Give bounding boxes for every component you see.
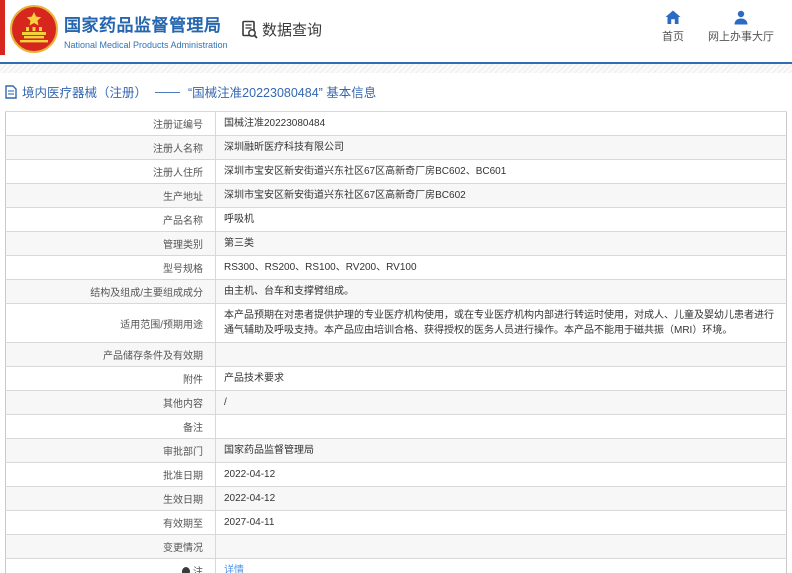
home-icon <box>665 10 681 25</box>
row-value: 深圳市宝安区新安街道兴东社区67区高新奇厂房BC602、BC601 <box>216 160 787 184</box>
row-value <box>216 415 787 439</box>
row-value: RS300、RS200、RS100、RV200、RV100 <box>216 256 787 280</box>
row-value: 详情 <box>216 559 787 573</box>
row-value: 呼吸机 <box>216 208 787 232</box>
header: 国家药品监督管理局 National Medical Products Admi… <box>0 0 792 62</box>
row-label: 审批部门 <box>6 439 216 463</box>
table-row: 管理类别第三类 <box>6 232 787 256</box>
table-row: 变更情况 <box>6 535 787 559</box>
row-value: 产品技术要求 <box>216 367 787 391</box>
breadcrumb: 境内医疗器械（注册） —— “国械注准20223080484” 基本信息 <box>0 73 792 109</box>
registration-info-section: 注册证编号国械注准20223080484注册人名称深圳融昕医疗科技有限公司注册人… <box>5 111 787 573</box>
row-label: 其他内容 <box>6 391 216 415</box>
nav-online-hall-label: 网上办事大厅 <box>708 28 774 44</box>
table-row: 注册证编号国械注准20223080484 <box>6 112 787 136</box>
row-value: 2022-04-12 <box>216 487 787 511</box>
table-row: 生效日期2022-04-12 <box>6 487 787 511</box>
table-row: 结构及组成/主要组成成分由主机、台车和支撑臂组成。 <box>6 280 787 304</box>
data-query-tab[interactable]: 数据查询 <box>240 19 322 40</box>
row-label: 变更情况 <box>6 535 216 559</box>
row-label: 生产地址 <box>6 184 216 208</box>
org-name-cn: 国家药品监督管理局 <box>64 11 228 36</box>
row-label: 备注 <box>6 415 216 439</box>
row-label: 注册人住所 <box>6 160 216 184</box>
row-label: 有效期至 <box>6 511 216 535</box>
nav-online-hall[interactable]: 网上办事大厅 <box>708 10 774 44</box>
national-emblem-icon <box>10 5 58 53</box>
breadcrumb-category: 境内医疗器械（注册） <box>22 82 147 101</box>
detail-link[interactable]: 详情 <box>224 565 244 573</box>
row-label: 注册人名称 <box>6 136 216 160</box>
org-name-en: National Medical Products Administration <box>64 40 228 50</box>
table-row: 其他内容/ <box>6 391 787 415</box>
row-label: 管理类别 <box>6 232 216 256</box>
row-label: 产品名称 <box>6 208 216 232</box>
row-label: 适用范围/预期用途 <box>6 304 216 343</box>
data-query-label: 数据查询 <box>262 19 322 40</box>
table-row: 注册人住所深圳市宝安区新安街道兴东社区67区高新奇厂房BC602、BC601 <box>6 160 787 184</box>
table-row: 批准日期2022-04-12 <box>6 463 787 487</box>
row-label: 注册证编号 <box>6 112 216 136</box>
row-label: 注 <box>6 559 216 573</box>
row-label: 附件 <box>6 367 216 391</box>
row-value: 国家药品监督管理局 <box>216 439 787 463</box>
row-value: 本产品预期在对患者提供护理的专业医疗机构使用，或在专业医疗机构内部进行转运时使用… <box>216 304 787 343</box>
row-value: 2022-04-12 <box>216 463 787 487</box>
registration-info-table: 注册证编号国械注准20223080484注册人名称深圳融昕医疗科技有限公司注册人… <box>5 111 787 573</box>
decor-stripe-band <box>0 64 792 73</box>
user-icon <box>733 10 749 25</box>
row-value: 深圳融昕医疗科技有限公司 <box>216 136 787 160</box>
table-row: 生产地址深圳市宝安区新安街道兴东社区67区高新奇厂房BC602 <box>6 184 787 208</box>
info-table-body: 注册证编号国械注准20223080484注册人名称深圳融昕医疗科技有限公司注册人… <box>6 112 787 573</box>
header-red-accent-bar <box>0 0 5 55</box>
row-label: 型号规格 <box>6 256 216 280</box>
nav-home-label: 首页 <box>662 28 684 44</box>
table-row: 备注 <box>6 415 787 439</box>
org-title-block: 国家药品监督管理局 National Medical Products Admi… <box>64 11 228 50</box>
row-label: 批准日期 <box>6 463 216 487</box>
table-row: 审批部门国家药品监督管理局 <box>6 439 787 463</box>
data-query-icon <box>240 20 259 39</box>
row-value: 由主机、台车和支撑臂组成。 <box>216 280 787 304</box>
table-row: 产品名称呼吸机 <box>6 208 787 232</box>
note-bulb-icon <box>182 567 190 573</box>
row-label: 结构及组成/主要组成成分 <box>6 280 216 304</box>
row-value: 国械注准20223080484 <box>216 112 787 136</box>
table-row: 注册人名称深圳融昕医疗科技有限公司 <box>6 136 787 160</box>
table-row: 适用范围/预期用途本产品预期在对患者提供护理的专业医疗机构使用，或在专业医疗机构… <box>6 304 787 343</box>
row-value: 深圳市宝安区新安街道兴东社区67区高新奇厂房BC602 <box>216 184 787 208</box>
national-emblem-logo <box>10 5 58 53</box>
row-value: / <box>216 391 787 415</box>
table-row: 型号规格RS300、RS200、RS100、RV200、RV100 <box>6 256 787 280</box>
row-value <box>216 535 787 559</box>
breadcrumb-detail: “国械注准20223080484” 基本信息 <box>188 82 376 101</box>
breadcrumb-separator: —— <box>155 85 180 99</box>
table-row: 产品储存条件及有效期 <box>6 343 787 367</box>
row-value: 2027-04-11 <box>216 511 787 535</box>
table-row: 注详情 <box>6 559 787 573</box>
row-label: 生效日期 <box>6 487 216 511</box>
document-icon <box>5 85 17 99</box>
row-value <box>216 343 787 367</box>
nav-home[interactable]: 首页 <box>662 10 684 44</box>
row-label: 产品储存条件及有效期 <box>6 343 216 367</box>
top-nav: 首页 网上办事大厅 <box>662 10 774 44</box>
table-row: 附件产品技术要求 <box>6 367 787 391</box>
row-value: 第三类 <box>216 232 787 256</box>
table-row: 有效期至2027-04-11 <box>6 511 787 535</box>
